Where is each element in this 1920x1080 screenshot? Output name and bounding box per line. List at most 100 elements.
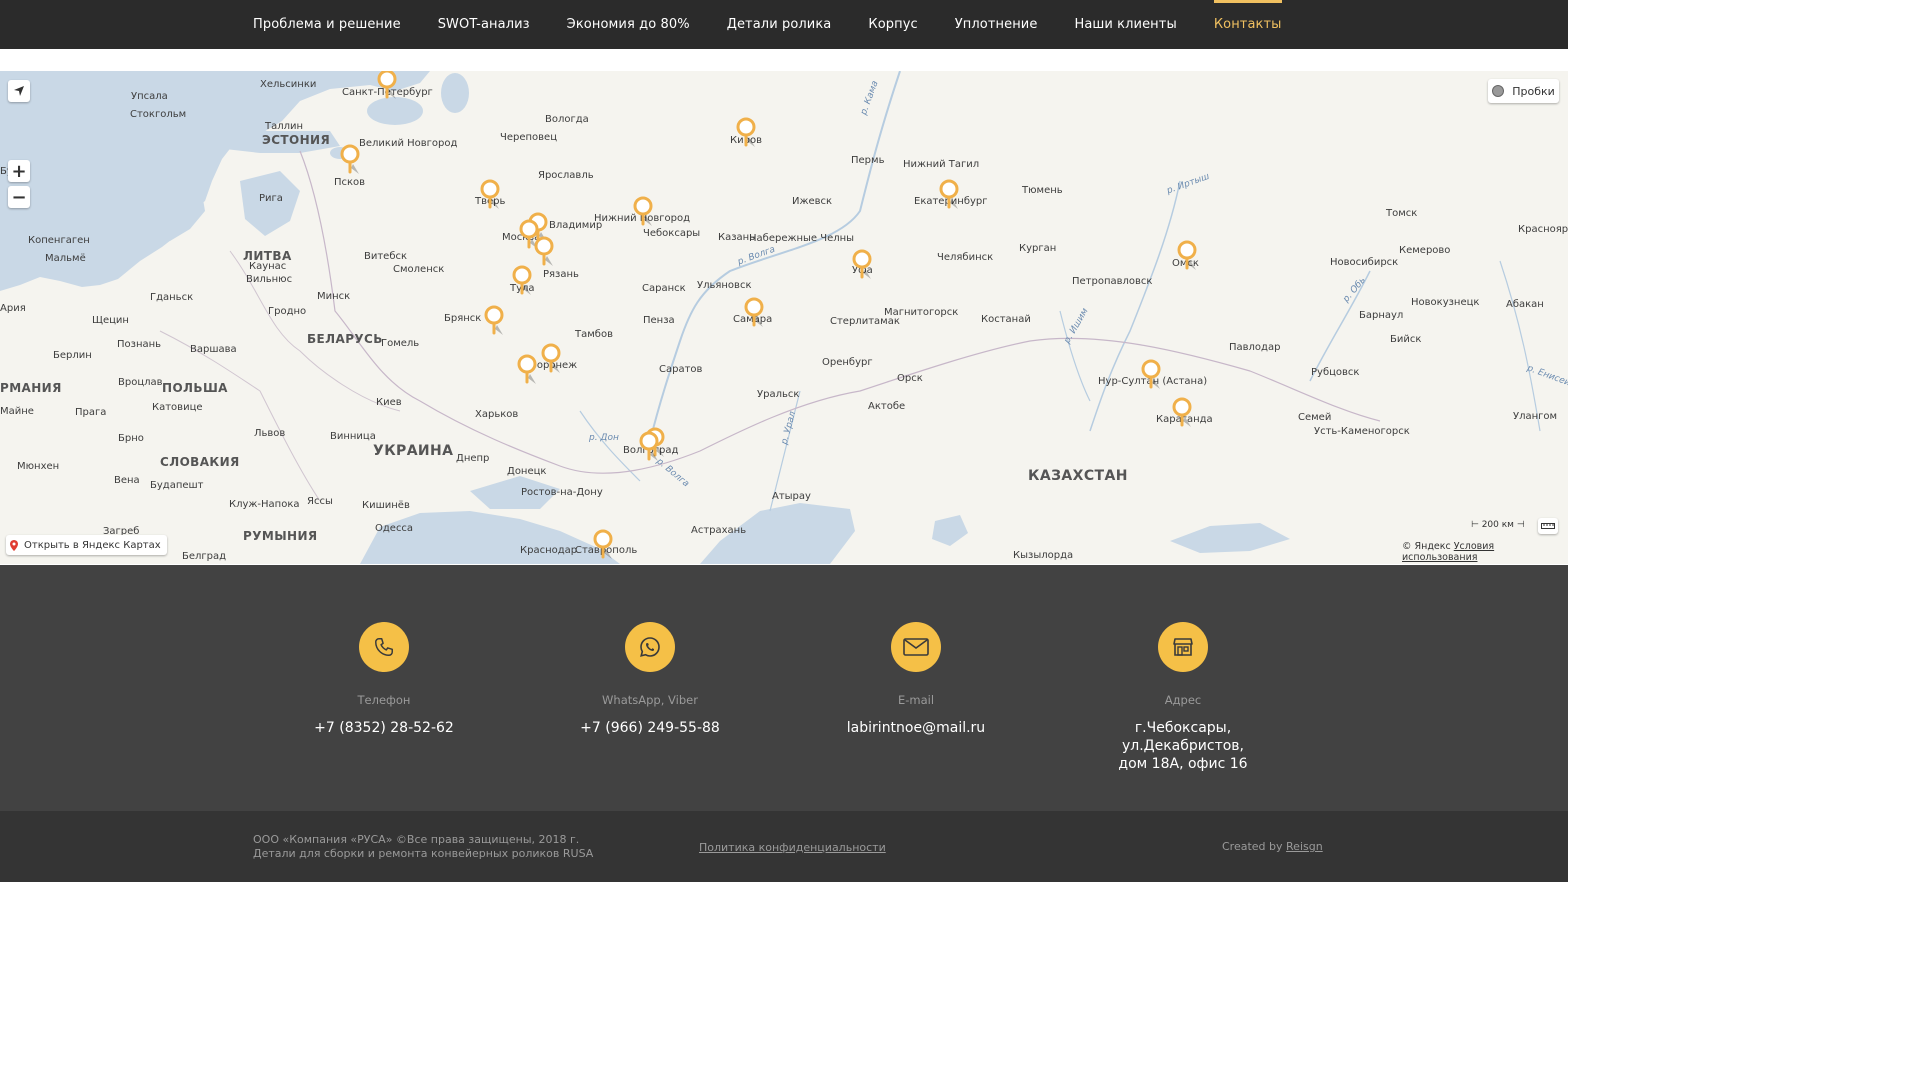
city-label: Упсала [131, 91, 168, 102]
city-label: Череповец [500, 132, 558, 143]
city-label: Стокгольм [130, 109, 187, 120]
open-in-yandex-maps-link[interactable]: Открыть в Яндекс Картах [6, 535, 167, 555]
city-label: Томск [1386, 208, 1418, 219]
map-pin-icon[interactable] [511, 265, 533, 297]
nav-item-body[interactable]: Корпус [868, 0, 917, 49]
city-label: Познань [117, 339, 162, 350]
phone-number-link[interactable]: +7 (8352) 28-52-62 [274, 719, 494, 737]
city-label: Улангом [1513, 411, 1558, 422]
city-label: Каунас [249, 261, 287, 272]
map-pin-icon[interactable] [1176, 240, 1198, 272]
city-label: Петропавловск [1072, 276, 1153, 287]
whatsapp-icon [625, 622, 675, 672]
city-label: Гданьск [150, 292, 194, 303]
map-pin-icon[interactable] [339, 144, 361, 176]
map-pin-icon[interactable] [592, 529, 614, 561]
city-label: Щецин [92, 315, 129, 326]
map-pin-icon[interactable] [479, 179, 501, 211]
nav-item-seal[interactable]: Уплотнение [955, 0, 1038, 49]
store-icon [1158, 622, 1208, 672]
map-pin-icon[interactable] [938, 179, 960, 211]
nav-item-problem[interactable]: Проблема и решение [253, 0, 401, 49]
label-belarus: БЕЛАРУСЬ [307, 332, 383, 346]
city-label: Саратов [659, 364, 703, 375]
city-label: Тамбов [575, 329, 613, 340]
city-label: Нижний Тагил [903, 159, 980, 170]
city-label: Кемерово [1399, 245, 1451, 256]
traffic-button[interactable]: Пробки [1488, 79, 1559, 103]
map-pin-icon[interactable] [540, 343, 562, 375]
map-pin-icon[interactable] [1140, 359, 1162, 391]
city-label: Костанай [981, 314, 1031, 325]
river-label: р. Дон [589, 433, 619, 443]
city-label: Семей [1298, 412, 1332, 423]
city-label: Рубцовск [1311, 367, 1360, 378]
footer-copyright: ООО «Компания «РУСА» ©Все права защищены… [253, 833, 594, 860]
ruler-button[interactable] [1538, 518, 1558, 534]
map-pin-icon[interactable] [376, 71, 398, 101]
zoom-out-button[interactable]: − [8, 186, 30, 208]
contact-email: E-mail labirintnoe@mail.ru [806, 622, 1026, 737]
map-pin-icon[interactable] [735, 117, 757, 149]
label-germany: РМАНИЯ [0, 381, 62, 395]
whatsapp-number-link[interactable]: +7 (966) 249-55-88 [540, 719, 760, 737]
city-label: Ижевск [792, 196, 833, 207]
city-label: Прага [75, 407, 107, 418]
nav-item-swot[interactable]: SWOT-анализ [438, 0, 530, 49]
contact-phone: Телефон +7 (8352) 28-52-62 [274, 622, 494, 737]
address-text: г.Чебоксары, ул.Декабристов, дом 18А, оф… [1118, 720, 1248, 772]
traffic-light-icon [1492, 85, 1505, 97]
author-link[interactable]: Reisgn [1286, 840, 1323, 853]
phone-icon [359, 622, 409, 672]
city-label: Вроцлав [118, 377, 163, 388]
label-slovakia: СЛОВАКИЯ [160, 455, 240, 469]
city-label: Витебск [364, 251, 408, 262]
city-label: Курган [1019, 243, 1057, 254]
city-label: Варшава [190, 344, 237, 355]
nav-item-economy[interactable]: Экономия до 80% [567, 0, 690, 49]
city-label: Белград [182, 551, 227, 562]
top-navigation: Проблема и решение SWOT-анализ Экономия … [0, 0, 1568, 49]
city-label: Вильнюс [246, 274, 293, 285]
city-label: Гродно [268, 306, 307, 317]
city-label: Пенза [643, 315, 675, 326]
map-pin-icon[interactable] [533, 236, 555, 268]
map-pin-icon[interactable] [516, 354, 538, 386]
created-by: Created by Reisgn [1222, 840, 1323, 853]
geolocation-button[interactable] [8, 80, 30, 102]
city-label: Абакан [1506, 299, 1544, 310]
city-label: Челябинск [937, 252, 994, 263]
contact-label: Адрес [1164, 693, 1202, 707]
city-label: Киев [376, 397, 402, 408]
nav-item-contacts[interactable]: Контакты [1213, 0, 1282, 49]
city-label: Пермь [851, 155, 885, 166]
zoom-in-button[interactable]: + [8, 160, 30, 182]
map-pin-icon[interactable] [483, 305, 505, 337]
contact-label: Телефон [357, 693, 411, 707]
city-label: Павлодар [1229, 342, 1281, 353]
map-pin-icon[interactable] [632, 196, 654, 228]
city-label: Майне [0, 406, 34, 417]
city-label: Мюнхен [17, 461, 60, 472]
map-pin-icon[interactable] [743, 297, 765, 329]
city-label: Таллин [265, 121, 304, 132]
map-scale: ⊢ 200 км ⊣ [1471, 520, 1525, 530]
city-label: Псков [334, 177, 366, 188]
city-label: Усть-Каменогорск [1314, 426, 1410, 437]
label-estonia: ЭСТОНИЯ [262, 133, 331, 147]
map-pin-icon[interactable] [851, 249, 873, 281]
city-label: Новокузнецк [1411, 297, 1480, 308]
nav-item-clients[interactable]: Наши клиенты [1074, 0, 1176, 49]
email-link[interactable]: labirintnoe@mail.ru [806, 719, 1026, 737]
city-label: Хельсинки [260, 79, 317, 90]
map-copyright: © Яндекс Условия использования [1402, 541, 1495, 563]
city-label: Владимир [549, 220, 603, 231]
map-pin-icon[interactable] [638, 431, 660, 463]
nav-item-roller-details[interactable]: Детали ролика [727, 0, 832, 49]
map-pin-icon[interactable] [1171, 397, 1193, 429]
city-label: Ростов-на-Дону [521, 487, 603, 498]
privacy-policy-link[interactable]: Политика конфиденциальности [699, 841, 886, 854]
city-label: Рязань [543, 269, 579, 280]
yandex-map[interactable]: ЭСТОНИЯ ЛИТВА БЕЛАРУСЬ ПОЛЬША РМАНИЯ УКР… [0, 71, 1568, 564]
city-label: Великий Новгород [359, 138, 458, 149]
